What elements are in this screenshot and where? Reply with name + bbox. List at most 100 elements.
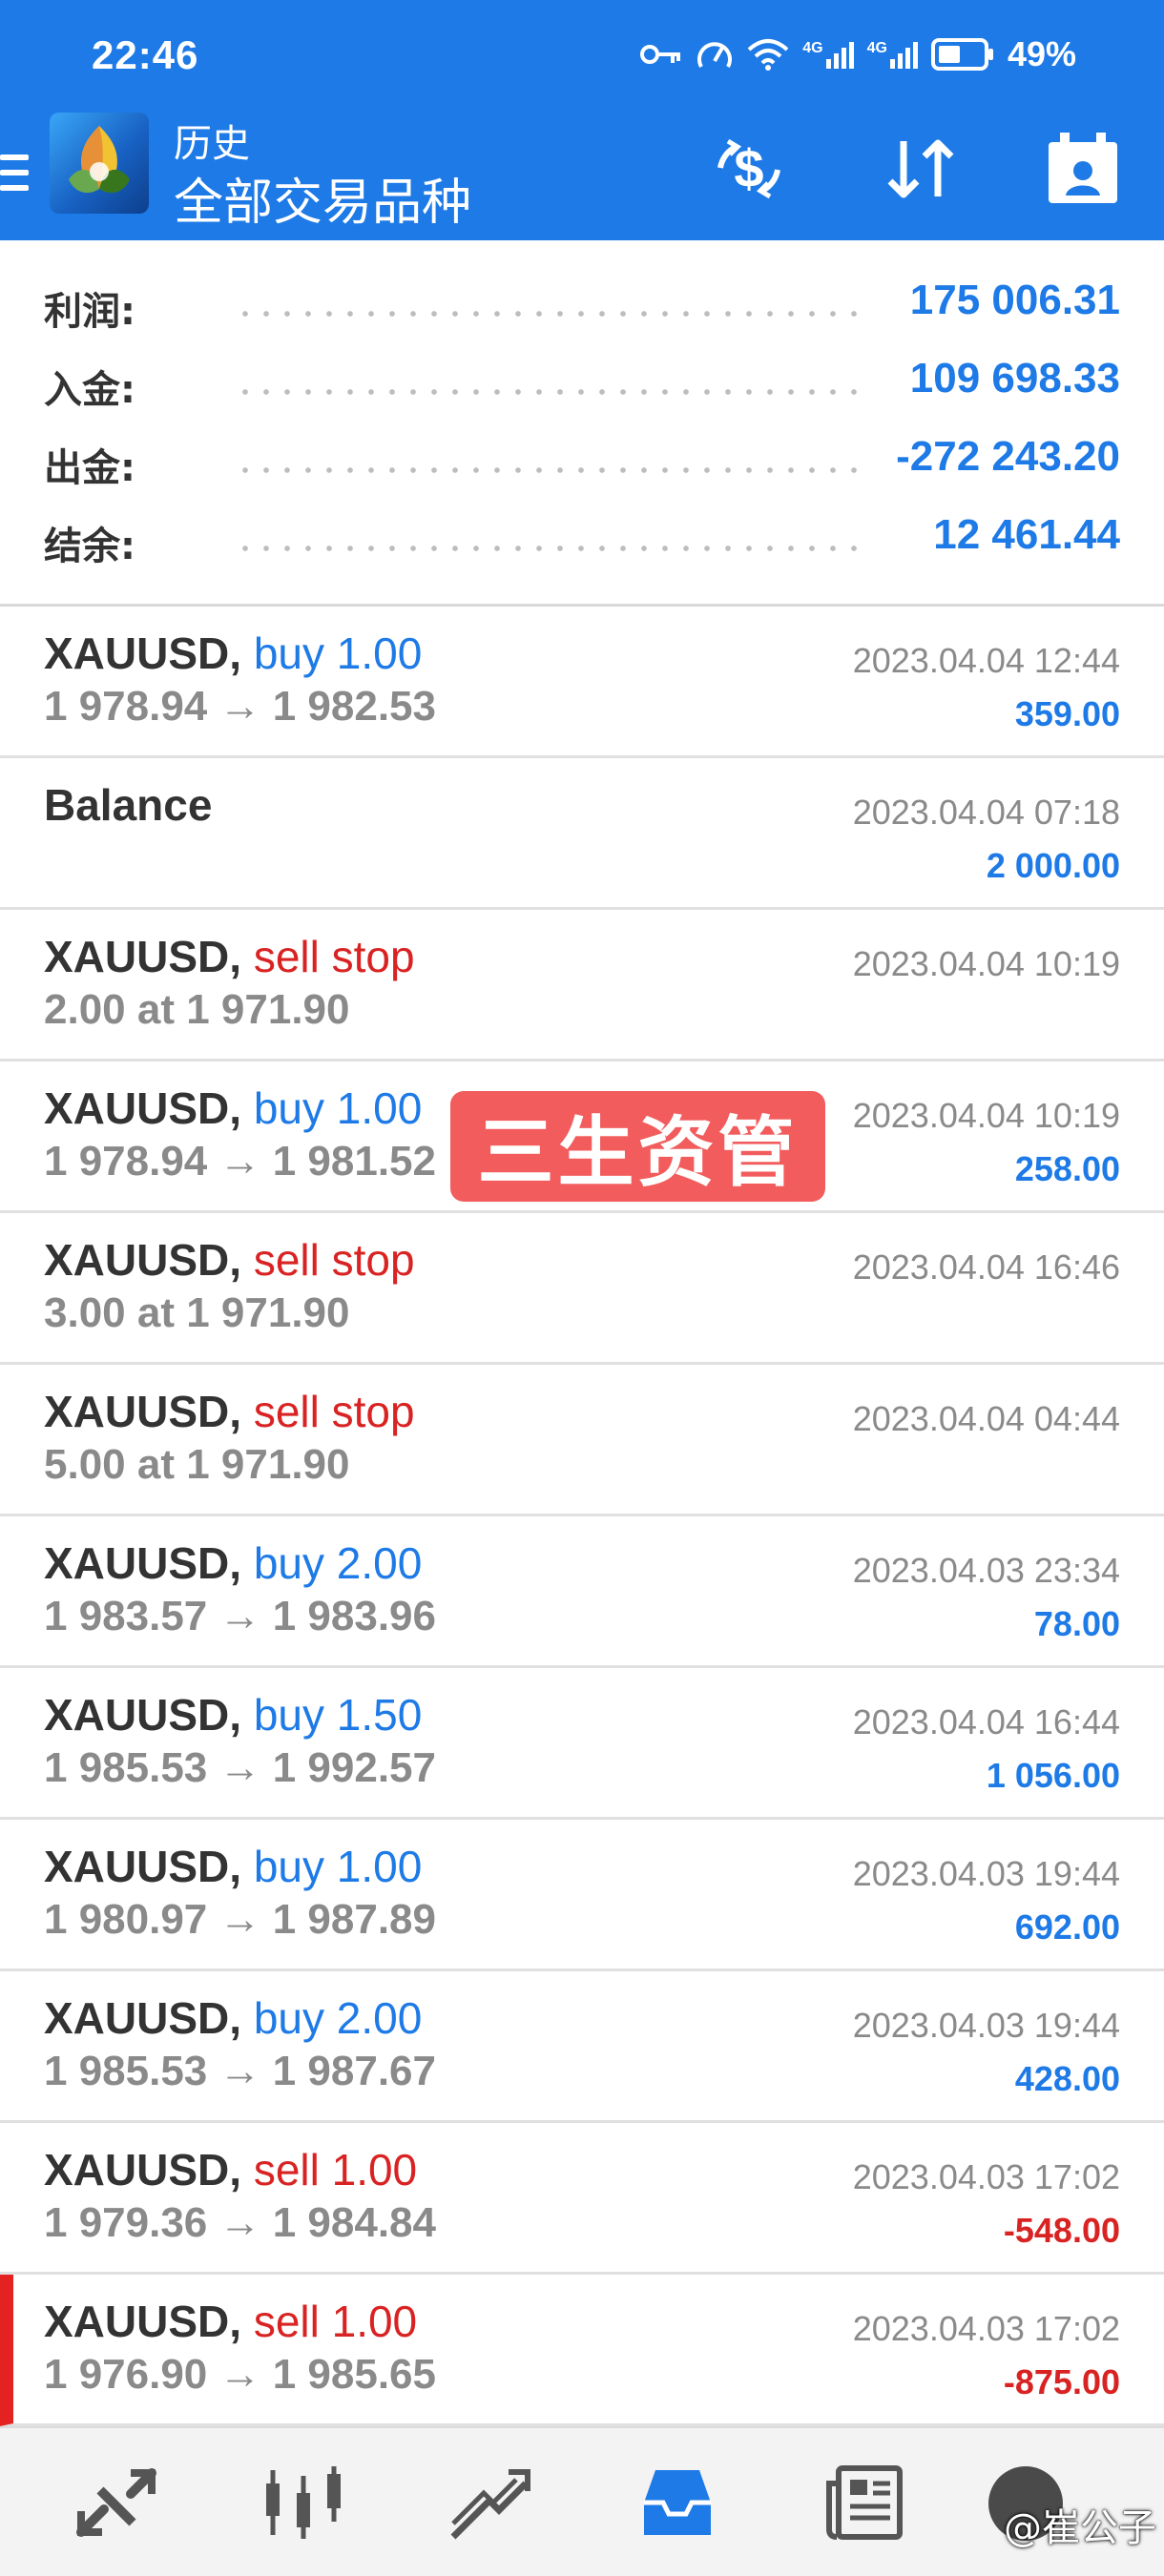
sort-icon[interactable] bbox=[878, 128, 964, 210]
wifi-icon bbox=[747, 38, 789, 71]
summary-row-balance: 结余: 12 461.44 bbox=[0, 500, 1164, 578]
summary-label: 结余: bbox=[44, 525, 135, 568]
deal-prices: 1 985.53 → 1 992.57 bbox=[44, 1744, 436, 1791]
key-icon bbox=[640, 40, 682, 69]
currency-exchange-icon[interactable]: $ bbox=[706, 128, 792, 210]
history-icon[interactable] bbox=[632, 2459, 723, 2546]
deal-prices: 1 979.36 → 1 984.84 bbox=[44, 2199, 436, 2246]
account-summary: 利润: 175 006.31 入金: 109 698.33 出金: -272 2… bbox=[0, 240, 1164, 607]
status-bar: 22:46 4G 4G 49% bbox=[0, 0, 1164, 113]
deal-time: 2023.04.03 17:02 bbox=[852, 2157, 1120, 2196]
deal-symbol: XAUUSD, bbox=[44, 1083, 242, 1133]
trade-icon[interactable] bbox=[445, 2459, 536, 2546]
deal-profit: -548.00 bbox=[1003, 2211, 1120, 2250]
dot-leader bbox=[235, 389, 868, 395]
deal-action: sell 1.00 bbox=[253, 2145, 418, 2195]
deal-time: 2023.04.03 17:02 bbox=[852, 2309, 1120, 2348]
deal-time: 2023.04.04 04:44 bbox=[852, 1399, 1120, 1438]
deal-action: sell stop bbox=[253, 1387, 415, 1436]
deal-prices: 1 976.90 → 1 985.65 bbox=[44, 2351, 436, 2398]
deal-symbol: Balance bbox=[44, 780, 213, 830]
metatrader-logo bbox=[50, 113, 149, 214]
summary-value: 109 698.33 bbox=[909, 355, 1120, 402]
deal-action: buy 1.00 bbox=[253, 1842, 423, 1891]
symbol-filter[interactable]: 全部交易品种 bbox=[174, 162, 471, 234]
deal-row[interactable]: XAUUSD, buy 1.00 1 978.94 → 1 982.53 202… bbox=[0, 607, 1164, 758]
deal-row[interactable]: XAUUSD, buy 1.00 1 980.97 → 1 987.89 202… bbox=[0, 1820, 1164, 1971]
deal-profit: 359.00 bbox=[1014, 694, 1120, 733]
deal-time: 2023.04.03 19:44 bbox=[852, 1854, 1120, 1893]
deal-profit: 1 056.00 bbox=[986, 1756, 1120, 1795]
deal-row[interactable]: XAUUSD, sell stop 5.00 at 1 971.90 2023.… bbox=[0, 1365, 1164, 1516]
signal-icon-2: 4G bbox=[867, 40, 918, 69]
summary-row-profit: 利润: 175 006.31 bbox=[0, 265, 1164, 343]
deal-time: 2023.04.04 16:44 bbox=[852, 1702, 1120, 1741]
deal-time: 2023.04.03 19:44 bbox=[852, 2006, 1120, 2045]
bottom-nav: @崔公子 bbox=[0, 2426, 1164, 2576]
dot-leader bbox=[235, 311, 868, 317]
deal-row[interactable]: XAUUSD, buy 2.00 1 983.57 → 1 983.96 202… bbox=[0, 1516, 1164, 1668]
deal-time: 2023.04.04 10:19 bbox=[852, 1096, 1120, 1135]
app-toolbar: 历史 全部交易品种 $ bbox=[0, 113, 1164, 240]
summary-label: 利润: bbox=[44, 290, 135, 334]
deal-prices: 1 978.94 → 1 982.53 bbox=[44, 683, 436, 730]
menu-icon[interactable] bbox=[0, 143, 32, 200]
battery-icon bbox=[930, 38, 994, 71]
deal-row-selected[interactable]: XAUUSD, sell 1.00 1 976.90 → 1 985.65 20… bbox=[0, 2275, 1164, 2426]
status-icons: 4G 4G 49% bbox=[640, 34, 1076, 74]
deal-prices: 3.00 at 1 971.90 bbox=[44, 1289, 350, 1336]
deal-row[interactable]: XAUUSD, buy 1.50 1 985.53 → 1 992.57 202… bbox=[0, 1668, 1164, 1820]
deal-action: buy 1.00 bbox=[253, 629, 423, 678]
watermark-badge: 三生资管 bbox=[450, 1091, 825, 1202]
deal-time: 2023.04.03 23:34 bbox=[852, 1551, 1120, 1590]
deal-prices: 1 978.94 → 1 981.52 bbox=[44, 1138, 436, 1185]
deal-list: XAUUSD, buy 1.00 1 978.94 → 1 982.53 202… bbox=[0, 607, 1164, 2426]
deal-time: 2023.04.04 16:46 bbox=[852, 1247, 1120, 1287]
deal-prices: 2.00 at 1 971.90 bbox=[44, 986, 350, 1033]
deal-action: buy 2.00 bbox=[253, 1538, 423, 1588]
summary-label: 入金: bbox=[44, 368, 135, 412]
deal-profit: 428.00 bbox=[1014, 2059, 1120, 2098]
deal-profit: -875.00 bbox=[1003, 2362, 1120, 2401]
deal-row[interactable]: XAUUSD, sell stop 3.00 at 1 971.90 2023.… bbox=[0, 1213, 1164, 1365]
deal-row[interactable]: Balance 2023.04.04 07:18 2 000.00 bbox=[0, 758, 1164, 910]
deal-time: 2023.04.04 07:18 bbox=[852, 793, 1120, 832]
deal-time: 2023.04.04 10:19 bbox=[852, 944, 1120, 983]
dot-leader bbox=[235, 467, 868, 473]
deal-profit: 692.00 bbox=[1014, 1907, 1120, 1947]
deal-action: sell stop bbox=[253, 932, 415, 981]
deal-symbol: XAUUSD, bbox=[44, 932, 242, 981]
deal-row[interactable]: XAUUSD, sell stop 2.00 at 1 971.90 2023.… bbox=[0, 910, 1164, 1061]
summary-value: 175 006.31 bbox=[909, 277, 1120, 323]
battery-percent: 49% bbox=[1007, 34, 1076, 73]
chart-icon[interactable] bbox=[258, 2459, 349, 2546]
calendar-icon[interactable] bbox=[1040, 128, 1126, 210]
deal-action: buy 1.50 bbox=[253, 1690, 423, 1740]
page-title: 历史 bbox=[174, 122, 250, 166]
deal-action: sell stop bbox=[253, 1235, 415, 1285]
deal-symbol: XAUUSD, bbox=[44, 1387, 242, 1436]
deal-profit: 78.00 bbox=[1033, 1604, 1120, 1643]
deal-prices: 1 980.97 → 1 987.89 bbox=[44, 1896, 436, 1943]
deal-row[interactable]: XAUUSD, sell 1.00 1 979.36 → 1 984.84 20… bbox=[0, 2123, 1164, 2275]
deal-profit: 258.00 bbox=[1014, 1149, 1120, 1188]
deal-profit: 2 000.00 bbox=[986, 846, 1120, 885]
deal-symbol: XAUUSD, bbox=[44, 1538, 242, 1588]
attribution-watermark: @崔公子 bbox=[1004, 2506, 1156, 2550]
deal-symbol: XAUUSD, bbox=[44, 629, 242, 678]
summary-value: -272 243.20 bbox=[896, 433, 1120, 480]
deal-row[interactable]: XAUUSD, buy 2.00 1 985.53 → 1 987.67 202… bbox=[0, 1971, 1164, 2123]
news-icon[interactable] bbox=[819, 2459, 910, 2546]
summary-row-withdrawal: 出金: -272 243.20 bbox=[0, 422, 1164, 500]
summary-value: 12 461.44 bbox=[933, 511, 1120, 558]
speed-icon bbox=[696, 38, 734, 71]
deal-action: buy 1.00 bbox=[253, 1083, 423, 1133]
deal-action: sell 1.00 bbox=[253, 2297, 418, 2346]
signal-icon-1: 4G bbox=[802, 40, 854, 69]
quotes-icon[interactable] bbox=[71, 2459, 162, 2546]
deal-time: 2023.04.04 12:44 bbox=[852, 641, 1120, 680]
deal-symbol: XAUUSD, bbox=[44, 2297, 242, 2346]
deal-prices: 1 985.53 → 1 987.67 bbox=[44, 2048, 436, 2094]
dot-leader bbox=[235, 546, 868, 551]
summary-label: 出金: bbox=[44, 446, 135, 490]
